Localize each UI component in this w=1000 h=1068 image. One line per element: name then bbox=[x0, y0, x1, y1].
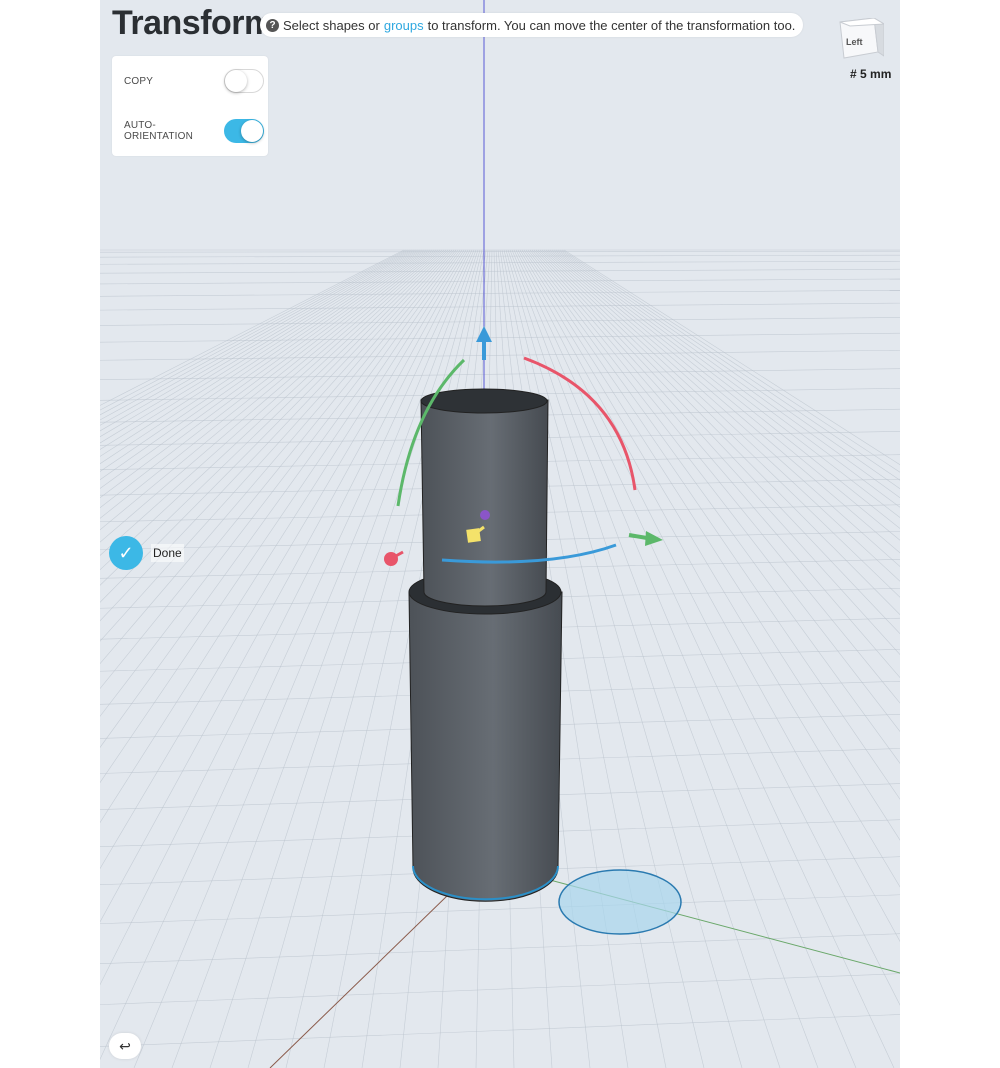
move-y-arrow[interactable] bbox=[628, 531, 663, 546]
copy-toggle[interactable] bbox=[224, 69, 264, 93]
scale-handle[interactable] bbox=[558, 869, 682, 935]
undo-icon: ↩ bbox=[119, 1037, 131, 1054]
copy-label: COPY bbox=[124, 75, 154, 87]
move-x-handle[interactable] bbox=[384, 550, 404, 566]
auto-orientation-toggle-knob bbox=[241, 120, 263, 142]
auto-orientation-label: AUTO-ORIENTATION bbox=[124, 120, 194, 142]
page-title: Transform bbox=[112, 4, 274, 42]
grid-size-label: 5 mm bbox=[860, 67, 892, 81]
help-icon[interactable]: ? bbox=[266, 18, 279, 32]
hint-text-prefix: Select shapes or bbox=[283, 17, 380, 33]
lower-cylinder[interactable] bbox=[408, 569, 563, 902]
auto-orientation-option: AUTO-ORIENTATION bbox=[124, 118, 264, 144]
move-z-arrow[interactable] bbox=[476, 326, 492, 360]
scene-canvas[interactable] bbox=[100, 0, 900, 1068]
view-cube[interactable]: Left bbox=[838, 17, 886, 64]
grid-icon: # bbox=[850, 67, 857, 81]
3d-viewport[interactable]: Transform ? Select shapes or groups to t… bbox=[100, 0, 900, 1068]
hint-banner: ? Select shapes or groups to transform. … bbox=[260, 13, 804, 37]
copy-toggle-knob bbox=[225, 70, 247, 92]
auto-orientation-toggle[interactable] bbox=[224, 119, 264, 143]
pivot-point[interactable] bbox=[480, 510, 490, 520]
grid-size-indicator[interactable]: # 5 mm bbox=[850, 67, 891, 81]
groups-link[interactable]: groups bbox=[384, 18, 424, 33]
transform-options-panel: COPY AUTO-ORIENTATION bbox=[112, 56, 268, 156]
copy-option: COPY bbox=[124, 68, 264, 94]
undo-button[interactable]: ↩ bbox=[109, 1033, 141, 1059]
done-button[interactable]: ✓ Done bbox=[109, 536, 184, 570]
done-label: Done bbox=[151, 544, 184, 562]
view-cube-face-label: Left bbox=[846, 37, 863, 47]
upper-cylinder[interactable] bbox=[420, 388, 549, 607]
hint-text-suffix: to transform. You can move the center of… bbox=[427, 17, 796, 33]
check-icon: ✓ bbox=[109, 536, 143, 570]
